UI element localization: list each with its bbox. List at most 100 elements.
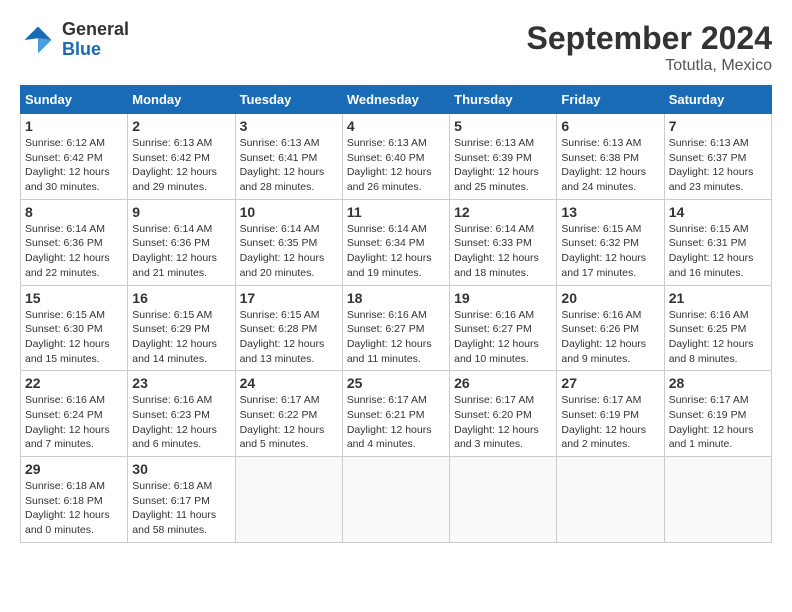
calendar-cell: 26 Sunrise: 6:17 AMSunset: 6:20 PMDayligh… — [450, 371, 557, 457]
day-info: Sunrise: 6:16 AMSunset: 6:25 PMDaylight:… — [669, 308, 767, 367]
day-number: 18 — [347, 290, 445, 306]
day-number: 22 — [25, 375, 123, 391]
day-number: 19 — [454, 290, 552, 306]
calendar-cell: 7 Sunrise: 6:13 AMSunset: 6:37 PMDaylight… — [664, 114, 771, 200]
day-number: 28 — [669, 375, 767, 391]
day-number: 21 — [669, 290, 767, 306]
day-info: Sunrise: 6:13 AMSunset: 6:38 PMDaylight:… — [561, 136, 659, 195]
day-number: 10 — [240, 204, 338, 220]
calendar-header-tuesday: Tuesday — [235, 86, 342, 114]
calendar-cell: 16 Sunrise: 6:15 AMSunset: 6:29 PMDayligh… — [128, 285, 235, 371]
day-number: 12 — [454, 204, 552, 220]
month-title: September 2024 — [527, 20, 772, 57]
day-number: 4 — [347, 118, 445, 134]
header: General Blue September 2024 Totutla, Mex… — [20, 20, 772, 75]
day-number: 5 — [454, 118, 552, 134]
day-info: Sunrise: 6:17 AMSunset: 6:22 PMDaylight:… — [240, 393, 338, 452]
calendar-cell: 8 Sunrise: 6:14 AMSunset: 6:36 PMDaylight… — [21, 199, 128, 285]
day-info: Sunrise: 6:14 AMSunset: 6:35 PMDaylight:… — [240, 222, 338, 281]
calendar-header-friday: Friday — [557, 86, 664, 114]
day-info: Sunrise: 6:13 AMSunset: 6:41 PMDaylight:… — [240, 136, 338, 195]
calendar-header-wednesday: Wednesday — [342, 86, 449, 114]
calendar-header-row: SundayMondayTuesdayWednesdayThursdayFrid… — [21, 86, 772, 114]
day-info: Sunrise: 6:14 AMSunset: 6:34 PMDaylight:… — [347, 222, 445, 281]
day-info: Sunrise: 6:15 AMSunset: 6:30 PMDaylight:… — [25, 308, 123, 367]
day-info: Sunrise: 6:18 AMSunset: 6:18 PMDaylight:… — [25, 479, 123, 538]
day-info: Sunrise: 6:13 AMSunset: 6:39 PMDaylight:… — [454, 136, 552, 195]
day-number: 13 — [561, 204, 659, 220]
calendar-cell: 28 Sunrise: 6:17 AMSunset: 6:19 PMDayligh… — [664, 371, 771, 457]
calendar-cell: 1Sunrise: 6:12 AMSunset: 6:42 PMDaylight… — [21, 114, 128, 200]
calendar-cell: 9 Sunrise: 6:14 AMSunset: 6:36 PMDaylight… — [128, 199, 235, 285]
calendar-header-thursday: Thursday — [450, 86, 557, 114]
day-info: Sunrise: 6:15 AMSunset: 6:28 PMDaylight:… — [240, 308, 338, 367]
day-number: 1 — [25, 118, 123, 134]
location-title: Totutla, Mexico — [527, 57, 772, 75]
calendar-cell: 20 Sunrise: 6:16 AMSunset: 6:26 PMDayligh… — [557, 285, 664, 371]
logo-general-text: General — [62, 20, 129, 40]
day-info: Sunrise: 6:16 AMSunset: 6:23 PMDaylight:… — [132, 393, 230, 452]
day-info: Sunrise: 6:14 AMSunset: 6:33 PMDaylight:… — [454, 222, 552, 281]
day-info: Sunrise: 6:13 AMSunset: 6:37 PMDaylight:… — [669, 136, 767, 195]
logo-icon — [20, 22, 56, 58]
day-number: 23 — [132, 375, 230, 391]
calendar-cell: 13 Sunrise: 6:15 AMSunset: 6:32 PMDayligh… — [557, 199, 664, 285]
day-info: Sunrise: 6:15 AMSunset: 6:29 PMDaylight:… — [132, 308, 230, 367]
calendar-cell: 14Sunrise: 6:15 AMSunset: 6:31 PMDayligh… — [664, 199, 771, 285]
day-number: 17 — [240, 290, 338, 306]
day-info: Sunrise: 6:16 AMSunset: 6:26 PMDaylight:… — [561, 308, 659, 367]
calendar-cell: 18 Sunrise: 6:16 AMSunset: 6:27 PMDayligh… — [342, 285, 449, 371]
day-number: 15 — [25, 290, 123, 306]
day-number: 8 — [25, 204, 123, 220]
calendar-cell: 30Sunrise: 6:18 AMSunset: 6:17 PMDayligh… — [128, 457, 235, 543]
calendar-header-sunday: Sunday — [21, 86, 128, 114]
day-number: 27 — [561, 375, 659, 391]
calendar-cell: 15 Sunrise: 6:15 AMSunset: 6:30 PMDayligh… — [21, 285, 128, 371]
calendar-cell — [342, 457, 449, 543]
calendar-cell: 2 Sunrise: 6:13 AMSunset: 6:42 PMDaylight… — [128, 114, 235, 200]
calendar-week-2: 8 Sunrise: 6:14 AMSunset: 6:36 PMDaylight… — [21, 199, 772, 285]
calendar-cell: 23 Sunrise: 6:16 AMSunset: 6:23 PMDayligh… — [128, 371, 235, 457]
calendar-cell: 12 Sunrise: 6:14 AMSunset: 6:33 PMDayligh… — [450, 199, 557, 285]
day-number: 16 — [132, 290, 230, 306]
logo: General Blue — [20, 20, 129, 60]
title-area: September 2024 Totutla, Mexico — [527, 20, 772, 75]
calendar-week-1: 1Sunrise: 6:12 AMSunset: 6:42 PMDaylight… — [21, 114, 772, 200]
day-info: Sunrise: 6:15 AMSunset: 6:32 PMDaylight:… — [561, 222, 659, 281]
calendar-cell: 10 Sunrise: 6:14 AMSunset: 6:35 PMDayligh… — [235, 199, 342, 285]
day-number: 20 — [561, 290, 659, 306]
day-number: 30 — [132, 461, 230, 477]
calendar-cell: 21 Sunrise: 6:16 AMSunset: 6:25 PMDayligh… — [664, 285, 771, 371]
day-number: 24 — [240, 375, 338, 391]
calendar-cell: 6Sunrise: 6:13 AMSunset: 6:38 PMDaylight… — [557, 114, 664, 200]
day-info: Sunrise: 6:17 AMSunset: 6:19 PMDaylight:… — [669, 393, 767, 452]
day-info: Sunrise: 6:16 AMSunset: 6:27 PMDaylight:… — [347, 308, 445, 367]
calendar-cell: 25Sunrise: 6:17 AMSunset: 6:21 PMDayligh… — [342, 371, 449, 457]
day-info: Sunrise: 6:17 AMSunset: 6:19 PMDaylight:… — [561, 393, 659, 452]
calendar-cell: 19Sunrise: 6:16 AMSunset: 6:27 PMDayligh… — [450, 285, 557, 371]
day-number: 7 — [669, 118, 767, 134]
calendar-header-saturday: Saturday — [664, 86, 771, 114]
day-number: 2 — [132, 118, 230, 134]
calendar-header-monday: Monday — [128, 86, 235, 114]
day-number: 11 — [347, 204, 445, 220]
calendar-cell: 17 Sunrise: 6:15 AMSunset: 6:28 PMDayligh… — [235, 285, 342, 371]
calendar-cell — [664, 457, 771, 543]
day-number: 9 — [132, 204, 230, 220]
day-number: 3 — [240, 118, 338, 134]
calendar-week-5: 29 Sunrise: 6:18 AMSunset: 6:18 PMDayligh… — [21, 457, 772, 543]
day-info: Sunrise: 6:14 AMSunset: 6:36 PMDaylight:… — [25, 222, 123, 281]
calendar-cell — [235, 457, 342, 543]
calendar-week-4: 22 Sunrise: 6:16 AMSunset: 6:24 PMDayligh… — [21, 371, 772, 457]
day-info: Sunrise: 6:16 AMSunset: 6:24 PMDaylight:… — [25, 393, 123, 452]
day-info: Sunrise: 6:14 AMSunset: 6:36 PMDaylight:… — [132, 222, 230, 281]
calendar-cell: 24 Sunrise: 6:17 AMSunset: 6:22 PMDayligh… — [235, 371, 342, 457]
day-number: 14 — [669, 204, 767, 220]
day-info: Sunrise: 6:13 AMSunset: 6:40 PMDaylight:… — [347, 136, 445, 195]
day-info: Sunrise: 6:13 AMSunset: 6:42 PMDaylight:… — [132, 136, 230, 195]
day-number: 26 — [454, 375, 552, 391]
day-info: Sunrise: 6:17 AMSunset: 6:20 PMDaylight:… — [454, 393, 552, 452]
day-number: 29 — [25, 461, 123, 477]
calendar-cell: 5 Sunrise: 6:13 AMSunset: 6:39 PMDaylight… — [450, 114, 557, 200]
day-info: Sunrise: 6:17 AMSunset: 6:21 PMDaylight:… — [347, 393, 445, 452]
